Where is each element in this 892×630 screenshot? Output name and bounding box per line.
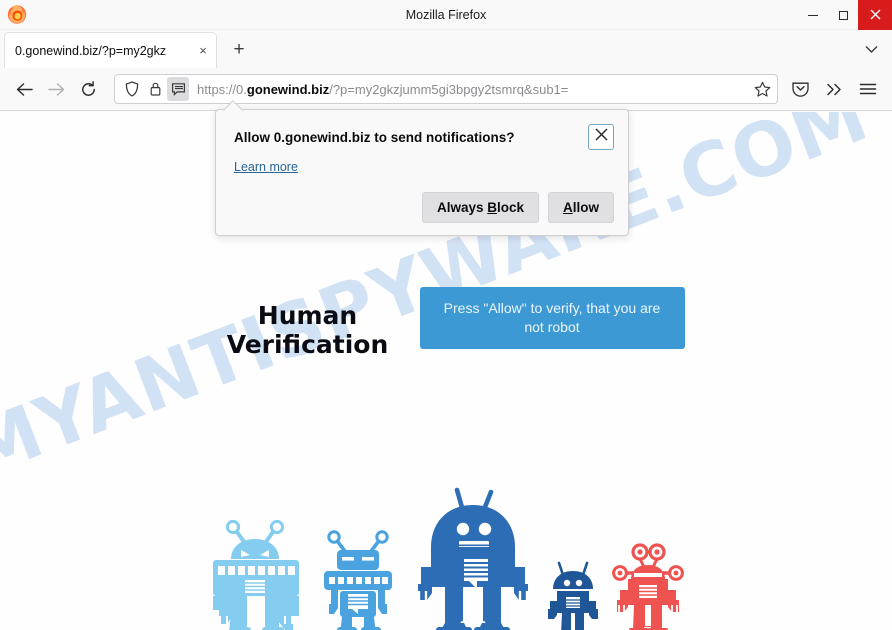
overflow-chevrons-icon[interactable]: [818, 73, 850, 105]
url-prefix: https://0.: [197, 81, 247, 97]
url-bar[interactable]: https://0.gonewind.biz/?p=my2gkzjumm5gi3…: [114, 74, 778, 104]
title-bar: Mozilla Firefox: [0, 0, 892, 30]
url-path: /?p=my2gkzjumm5gi3bpgy2tsmrq&sub1=: [329, 81, 569, 97]
url-host: gonewind.biz: [246, 81, 330, 97]
tracking-protection-shield-icon[interactable]: [121, 77, 143, 101]
maximize-button[interactable]: [828, 0, 858, 30]
new-tab-button[interactable]: +: [223, 34, 255, 66]
tab-strip: 0.gonewind.biz/?p=my2gkz × +: [0, 30, 892, 68]
robot-1-icon: [213, 519, 299, 630]
url-text: https://0.gonewind.biz/?p=my2gkzjumm5gi3…: [197, 82, 749, 97]
close-window-button[interactable]: [858, 0, 892, 30]
learn-more-link[interactable]: Learn more: [234, 160, 298, 174]
robot-5-icon: [612, 543, 684, 630]
robot-4-icon: [548, 561, 598, 630]
window-controls: [798, 0, 892, 30]
navigation-toolbar: https://0.gonewind.biz/?p=my2gkzjumm5gi3…: [0, 68, 892, 111]
page-title-line2: Verification: [226, 330, 389, 360]
always-block-accesskey: B: [487, 200, 497, 215]
notification-permission-panel: Allow 0.gonewind.biz to send notificatio…: [215, 100, 629, 236]
permission-title: Allow 0.gonewind.biz to send notificatio…: [234, 130, 515, 145]
hero-section: Human Verification Press "Allow" to veri…: [0, 287, 892, 360]
permission-header: Allow 0.gonewind.biz to send notificatio…: [234, 124, 614, 150]
tab-close-icon[interactable]: ×: [194, 42, 212, 60]
tab-title: 0.gonewind.biz/?p=my2gkz: [15, 43, 167, 58]
minimize-button[interactable]: [798, 0, 828, 30]
back-button[interactable]: [8, 73, 40, 105]
hamburger-menu-icon[interactable]: [852, 73, 884, 105]
allow-accesskey: A: [563, 200, 573, 215]
page-title-line1: Human: [257, 301, 358, 330]
close-icon: [594, 127, 609, 147]
always-block-button[interactable]: Always Block: [421, 192, 539, 223]
allow-button[interactable]: Allow: [548, 192, 614, 223]
list-all-tabs-icon[interactable]: [858, 36, 884, 62]
page-title: Human Verification: [208, 287, 408, 360]
window-title: Mozilla Firefox: [405, 7, 487, 22]
notifications-permission-icon[interactable]: [167, 77, 189, 101]
always-block-post: lock: [496, 200, 524, 215]
close-icon: [870, 8, 881, 23]
robot-3-icon: [417, 487, 529, 630]
pocket-icon[interactable]: [784, 73, 816, 105]
permission-actions: Always Block Allow: [234, 192, 614, 223]
bookmark-star-icon[interactable]: [749, 76, 775, 102]
browser-window: Mozilla Firefox 0.gonewind.biz/?p=my2gkz…: [0, 0, 892, 630]
identity-box: [121, 77, 189, 101]
always-block-pre: Always: [436, 200, 488, 215]
maximize-icon: [838, 10, 848, 20]
minimize-icon: [808, 14, 818, 16]
firefox-logo-icon: [6, 3, 28, 25]
toolbar-right-icons: [784, 73, 884, 105]
forward-button[interactable]: [40, 73, 72, 105]
browser-tab[interactable]: 0.gonewind.biz/?p=my2gkz ×: [4, 32, 217, 68]
cta-banner: Press "Allow" to verify, that you are no…: [419, 287, 685, 349]
close-panel-button[interactable]: [588, 124, 614, 150]
reload-button[interactable]: [72, 73, 104, 105]
robot-illustration-row: [0, 472, 892, 630]
allow-post: llow: [572, 200, 599, 215]
lock-icon[interactable]: [144, 77, 166, 101]
robot-2-icon: [324, 530, 392, 630]
